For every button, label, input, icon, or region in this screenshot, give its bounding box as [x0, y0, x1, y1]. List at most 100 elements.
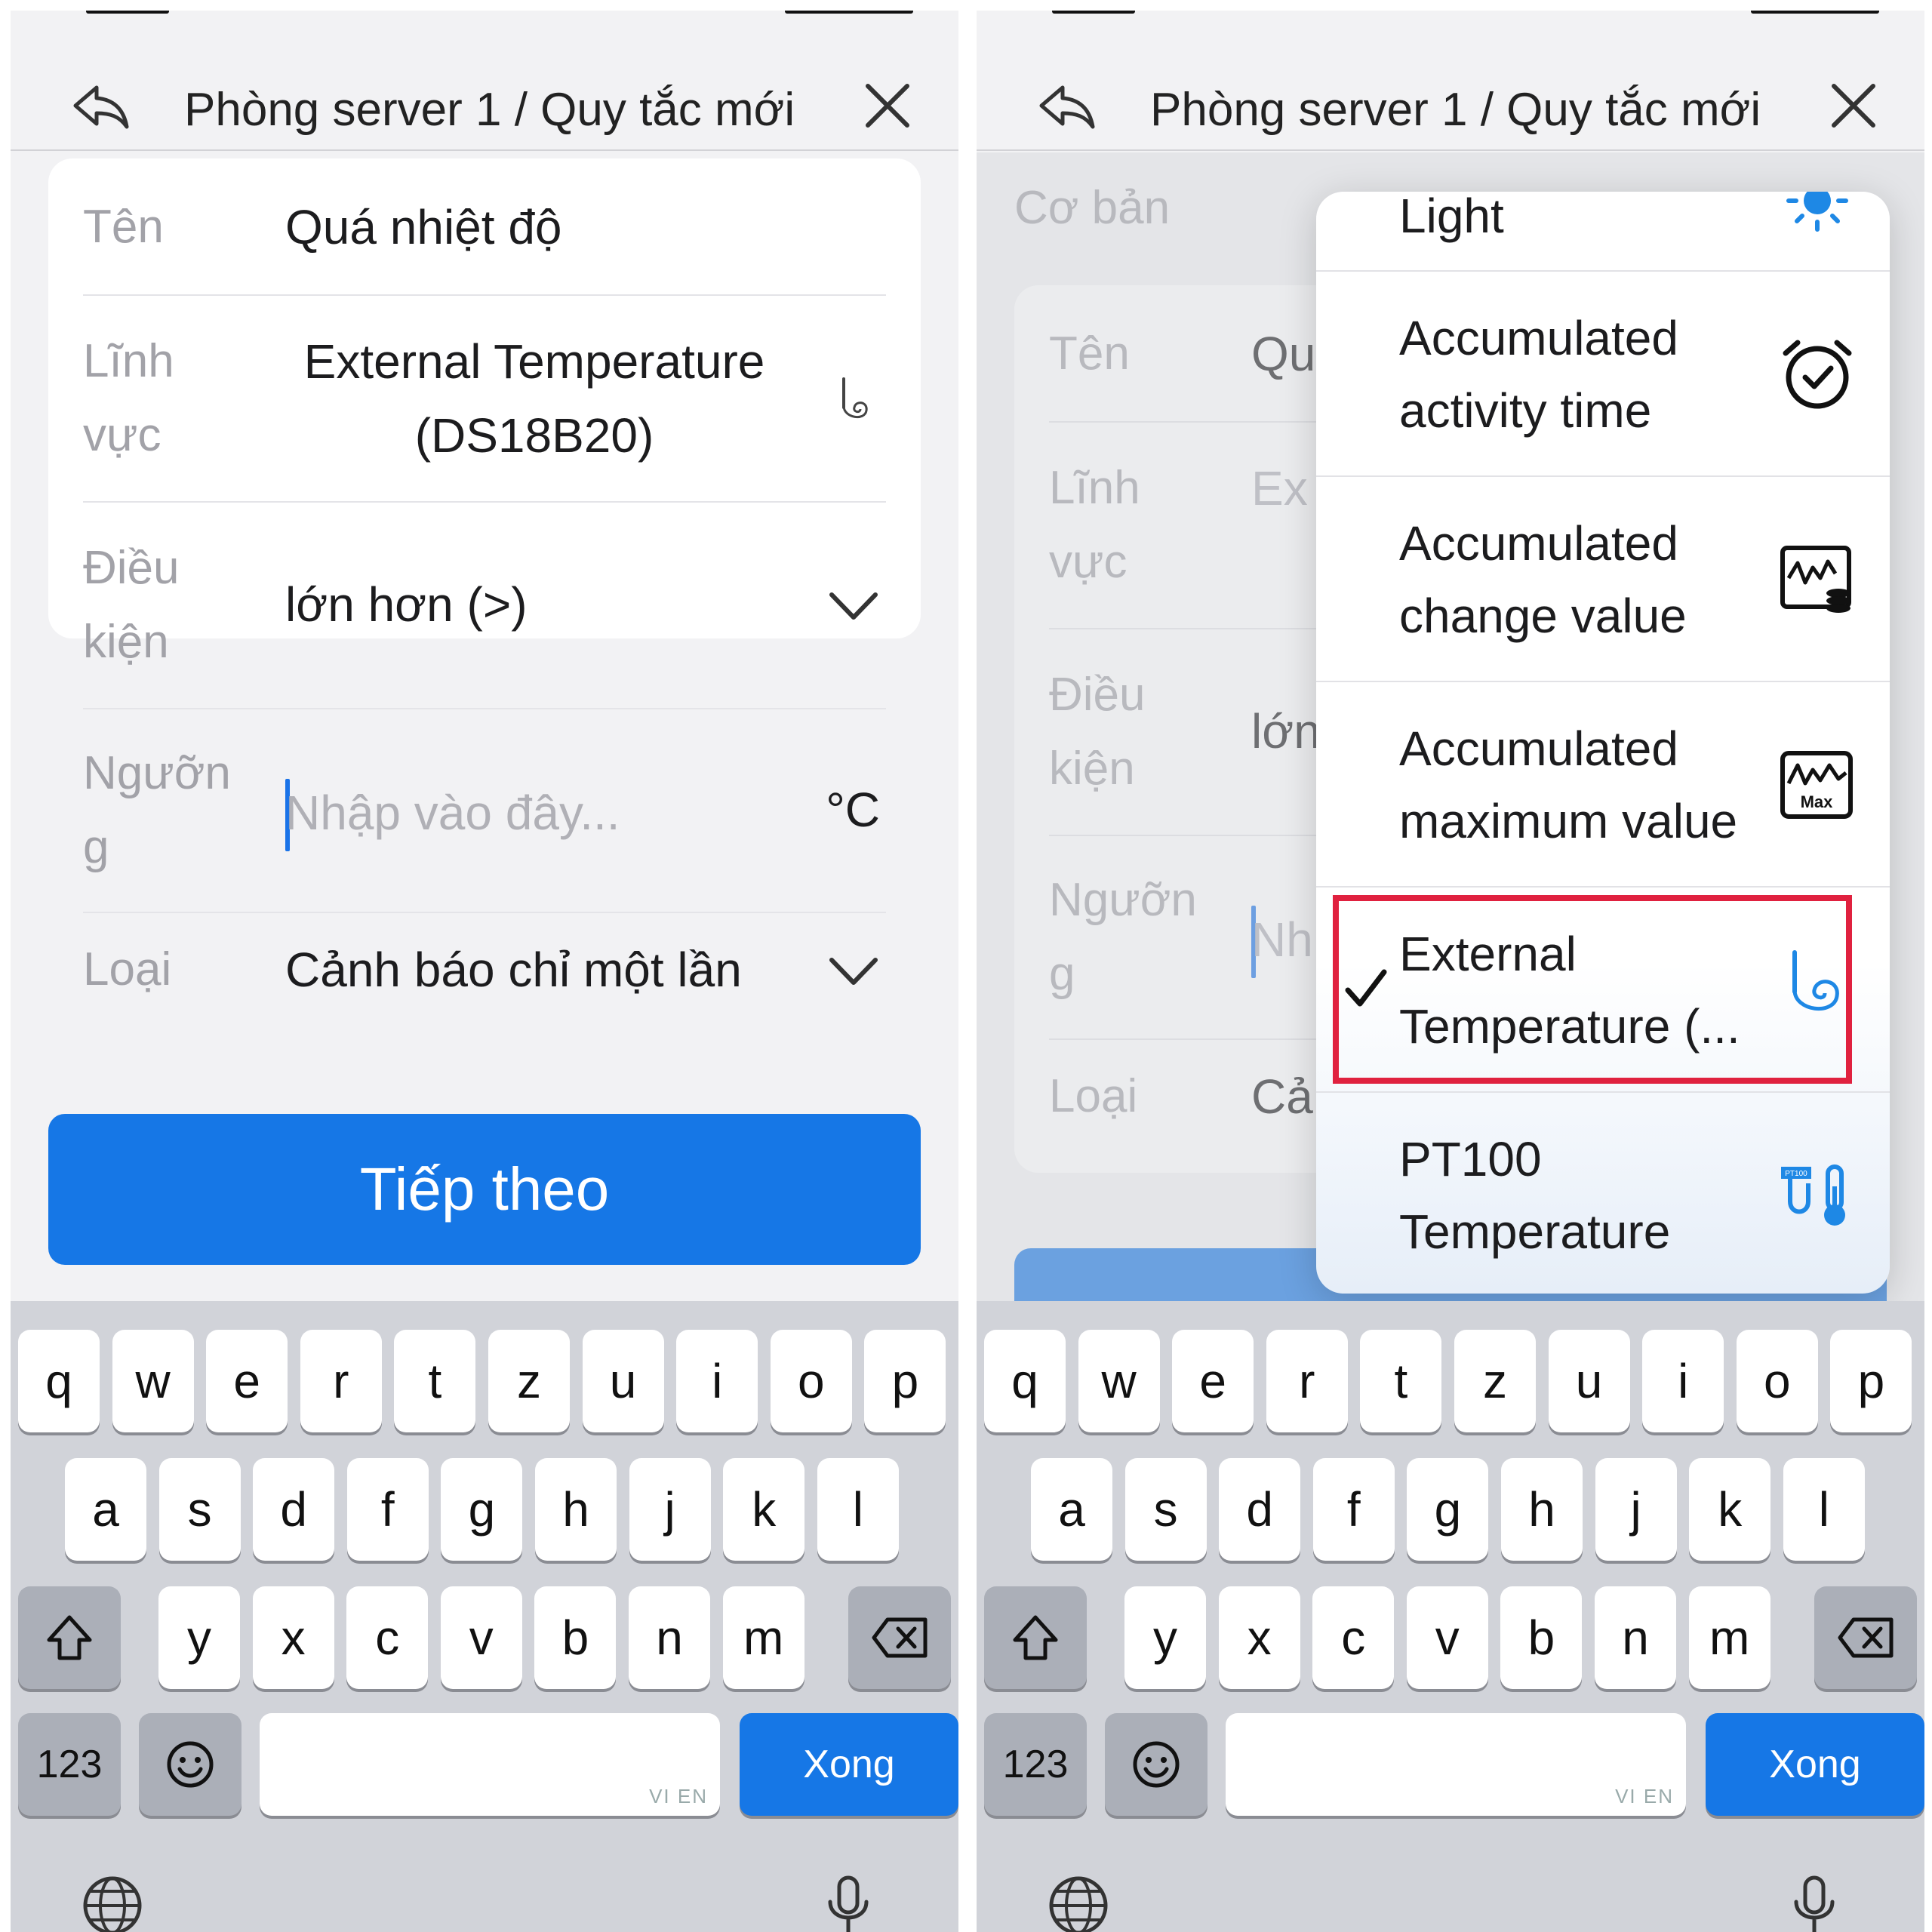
dropdown-item-light[interactable]: Light	[1316, 192, 1890, 272]
key-z[interactable]: z	[1454, 1330, 1536, 1432]
key-k[interactable]: k	[723, 1458, 805, 1561]
key-g[interactable]: g	[441, 1458, 523, 1561]
dropdown-item-external-temperature[interactable]: External Temperature (...	[1316, 888, 1890, 1093]
key-f[interactable]: f	[1312, 1458, 1395, 1561]
key-b[interactable]: b	[534, 1586, 617, 1689]
key-i[interactable]: i	[676, 1330, 758, 1432]
key-s[interactable]: s	[158, 1458, 241, 1561]
key-d[interactable]: d	[1219, 1458, 1301, 1561]
type-value[interactable]: Cảnh báo chỉ một lần	[285, 933, 742, 1007]
key-o[interactable]: o	[770, 1330, 852, 1432]
key-x[interactable]: x	[252, 1586, 334, 1689]
numbers-key[interactable]: 123	[18, 1713, 121, 1816]
key-n[interactable]: n	[629, 1586, 710, 1689]
key-q[interactable]: q	[984, 1330, 1066, 1432]
name-row[interactable]: Tên Quá nhiệt độ	[83, 158, 886, 296]
backspace-key[interactable]	[848, 1586, 951, 1689]
emoji-key[interactable]	[1105, 1713, 1208, 1816]
key-l[interactable]: l	[1783, 1458, 1865, 1561]
backspace-key[interactable]	[1814, 1586, 1917, 1689]
next-button[interactable]: Tiếp theo	[48, 1114, 921, 1265]
key-h[interactable]: h	[535, 1458, 617, 1561]
key-m[interactable]: m	[722, 1586, 804, 1689]
key-j[interactable]: j	[1595, 1458, 1677, 1561]
key-v[interactable]: v	[440, 1586, 522, 1689]
key-x[interactable]: x	[1218, 1586, 1300, 1689]
microphone-icon[interactable]	[1792, 1875, 1837, 1932]
key-y[interactable]: y	[1124, 1586, 1206, 1689]
domain-value[interactable]: External Temperature (DS18B20)	[285, 325, 783, 472]
close-icon[interactable]	[865, 83, 910, 128]
dropdown-item-maximum-value[interactable]: Accumulated maximum value Max	[1316, 682, 1890, 888]
condition-value[interactable]: lớn hơn (>)	[285, 568, 528, 641]
key-a[interactable]: a	[1031, 1458, 1112, 1561]
type-row[interactable]: Loại Cảnh báo chỉ một lần	[83, 913, 886, 1041]
key-n[interactable]: n	[1595, 1586, 1676, 1689]
key-m[interactable]: m	[1688, 1586, 1770, 1689]
done-key[interactable]: Xong	[1706, 1713, 1924, 1816]
chevron-down-icon[interactable]	[827, 589, 880, 623]
chevron-down-icon[interactable]	[827, 954, 880, 989]
key-t[interactable]: t	[394, 1330, 476, 1432]
key-k[interactable]: k	[1689, 1458, 1771, 1561]
shift-key[interactable]	[984, 1586, 1087, 1689]
back-icon[interactable]	[71, 83, 131, 133]
key-w[interactable]: w	[112, 1330, 194, 1432]
key-d[interactable]: d	[253, 1458, 335, 1561]
key-b[interactable]: b	[1500, 1586, 1583, 1689]
back-icon[interactable]	[1037, 83, 1097, 133]
key-c[interactable]: c	[1312, 1586, 1395, 1689]
key-g[interactable]: g	[1407, 1458, 1489, 1561]
condition-row[interactable]: Điều kiện lớn hơn (>)	[83, 503, 886, 709]
key-h[interactable]: h	[1501, 1458, 1583, 1561]
done-key[interactable]: Xong	[740, 1713, 958, 1816]
key-r[interactable]: r	[300, 1330, 382, 1432]
key-u[interactable]: u	[582, 1330, 664, 1432]
key-j[interactable]: j	[629, 1458, 711, 1561]
dropdown-item-activity-time[interactable]: Accumulated activity time	[1316, 272, 1890, 477]
key-p[interactable]: p	[864, 1330, 946, 1432]
keyboard: q w e r t z u i o p a s d f g h j k l y x c v b n m 123 VI EN Xong	[11, 1301, 958, 1932]
dropdown-item-label: Accumulated maximum value	[1399, 721, 1738, 848]
dropdown-item-label: PT100 Temperature	[1399, 1132, 1671, 1259]
microphone-icon[interactable]	[826, 1875, 871, 1932]
globe-icon[interactable]	[82, 1875, 143, 1932]
close-icon[interactable]	[1831, 83, 1876, 128]
key-r[interactable]: r	[1266, 1330, 1348, 1432]
key-a[interactable]: a	[65, 1458, 146, 1561]
key-q[interactable]: q	[18, 1330, 100, 1432]
dropdown-item-label: Accumulated change value	[1399, 516, 1687, 643]
shift-key[interactable]	[18, 1586, 121, 1689]
dropdown-item-pt100-temperature[interactable]: PT100 Temperature PT100	[1316, 1093, 1890, 1294]
key-w[interactable]: w	[1078, 1330, 1160, 1432]
key-e[interactable]: e	[206, 1330, 288, 1432]
key-u[interactable]: u	[1548, 1330, 1630, 1432]
space-key[interactable]: VI EN	[1226, 1713, 1686, 1816]
rule-form: Tên Quá nhiệt độ Lĩnh vực External Tempe…	[48, 158, 921, 997]
key-s[interactable]: s	[1124, 1458, 1207, 1561]
key-y[interactable]: y	[158, 1586, 240, 1689]
key-t[interactable]: t	[1360, 1330, 1442, 1432]
key-o[interactable]: o	[1736, 1330, 1818, 1432]
emoji-key[interactable]	[139, 1713, 242, 1816]
threshold-row[interactable]: Ngưỡn g Nhập vào đây... °C	[83, 709, 886, 913]
threshold-input[interactable]: Nhập vào đây...	[285, 776, 620, 850]
name-value[interactable]: Quá nhiệt độ	[285, 190, 562, 264]
key-e[interactable]: e	[1172, 1330, 1254, 1432]
temperature-probe-icon	[835, 377, 875, 426]
space-key[interactable]: VI EN	[260, 1713, 720, 1816]
key-p[interactable]: p	[1830, 1330, 1912, 1432]
key-l[interactable]: l	[817, 1458, 899, 1561]
domain-row[interactable]: Lĩnh vực External Temperature (DS18B20)	[83, 296, 886, 503]
dropdown-item-change-value[interactable]: Accumulated change value	[1316, 477, 1890, 682]
key-z[interactable]: z	[488, 1330, 570, 1432]
space-language-hint: VI EN	[649, 1785, 708, 1807]
key-v[interactable]: v	[1406, 1586, 1488, 1689]
checkmark-icon	[1343, 966, 1389, 1011]
key-f[interactable]: f	[346, 1458, 429, 1561]
keyboard: q w e r t z u i o p a s d f g h j k l y x c v b n m 123 VI EN Xong	[977, 1301, 1924, 1932]
globe-icon[interactable]	[1048, 1875, 1109, 1932]
key-c[interactable]: c	[346, 1586, 429, 1689]
numbers-key[interactable]: 123	[984, 1713, 1087, 1816]
key-i[interactable]: i	[1642, 1330, 1724, 1432]
